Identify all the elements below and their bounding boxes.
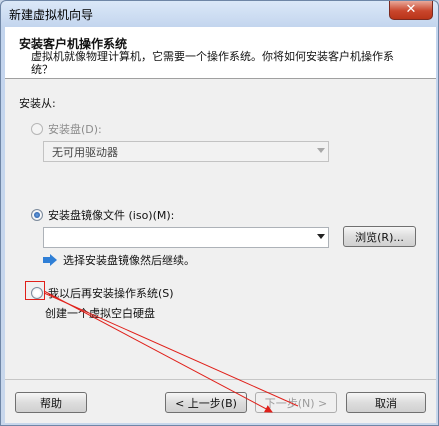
install-later-label: 我以后再安装操作系统(S) — [48, 287, 174, 300]
new-vm-wizard-window: 新建虚拟机向导 ✕ 安装客户机操作系统 虚拟机就像物理计算机，它需要一个操作系统… — [0, 0, 439, 426]
drive-select-value: 无可用驱动器 — [52, 145, 118, 159]
browse-button[interactable]: 浏览(R)... — [343, 226, 416, 247]
info-arrow-icon — [43, 254, 57, 266]
disc-label: 安装盘(D): — [48, 123, 102, 136]
wizard-header: 安装客户机操作系统 虚拟机就像物理计算机，它需要一个操作系统。你将如何安装客户机… — [5, 27, 436, 79]
back-button[interactable]: < 上一步(B) — [165, 392, 247, 413]
iso-label: 安装盘镜像文件 (iso)(M): — [48, 209, 175, 222]
iso-path-input[interactable] — [43, 227, 329, 248]
iso-radio[interactable] — [31, 209, 43, 221]
next-button[interactable]: 下一步(N) > — [255, 392, 337, 413]
install-from-label: 安装从: — [19, 97, 56, 110]
wizard-content: 安装从: 安装盘(D): 无可用驱动器 安装盘镜像文件 (iso)(M): 浏览… — [5, 79, 436, 379]
close-button[interactable]: ✕ — [389, 1, 433, 20]
wizard-footer: 帮助 < 上一步(B) 下一步(N) > 取消 — [5, 379, 436, 423]
install-later-option[interactable]: 我以后再安装操作系统(S) — [31, 285, 174, 301]
chevron-down-icon — [317, 234, 325, 239]
title-bar[interactable]: 新建虚拟机向导 ✕ — [1, 1, 438, 27]
drive-select[interactable]: 无可用驱动器 — [43, 141, 329, 162]
help-button[interactable]: 帮助 — [15, 392, 87, 413]
window-title: 新建虚拟机向导 — [9, 8, 94, 22]
disc-radio[interactable] — [31, 123, 43, 135]
chevron-down-icon — [317, 148, 325, 153]
install-later-description: 创建一个虚拟空白硬盘 — [45, 307, 155, 320]
cancel-button[interactable]: 取消 — [346, 392, 426, 413]
page-description: 虚拟机就像物理计算机，它需要一个操作系统。你将如何安装客户机操作系统？ — [31, 50, 394, 76]
iso-hint: 选择安装盘镜像然后继续。 — [43, 252, 195, 268]
iso-hint-text: 选择安装盘镜像然后继续。 — [63, 254, 195, 267]
annotation-highlight-box — [25, 281, 45, 300]
iso-option[interactable]: 安装盘镜像文件 (iso)(M): — [31, 207, 174, 223]
disc-option[interactable]: 安装盘(D): — [31, 121, 102, 137]
